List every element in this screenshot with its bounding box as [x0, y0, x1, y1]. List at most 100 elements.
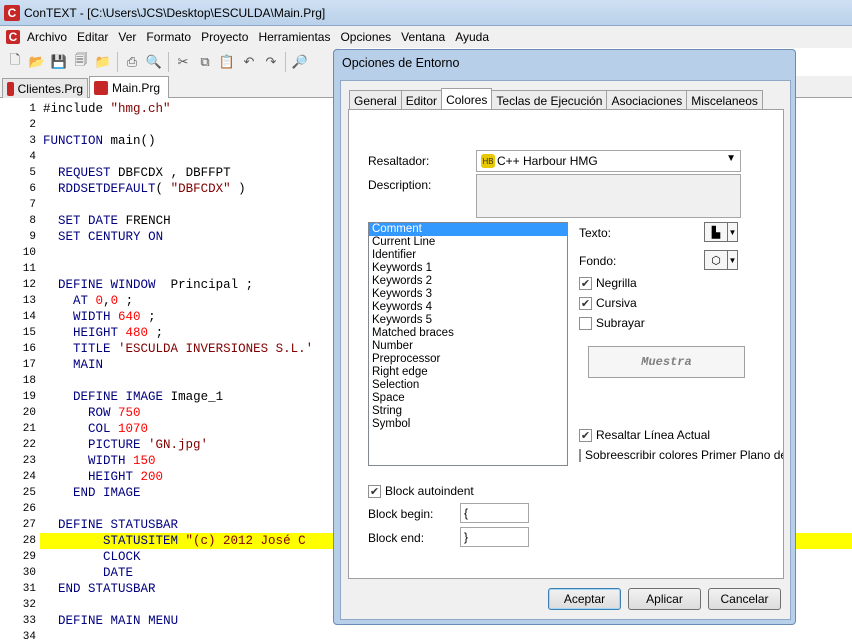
negrilla-checkbox[interactable]: ✔ Negrilla	[579, 276, 637, 290]
tab-teclas[interactable]: Teclas de Ejecución	[491, 90, 608, 110]
save-icon[interactable]: 💾	[48, 51, 70, 73]
code-text: PICTURE 'GN.jpg'	[88, 438, 209, 452]
line-number: 16	[22, 343, 36, 355]
list-item[interactable]: Space	[369, 392, 567, 405]
list-item[interactable]: Keywords 4	[369, 301, 567, 314]
line-number: 23	[22, 455, 36, 467]
menu-herramientas[interactable]: Herramientas	[253, 30, 335, 44]
chevron-down-icon: ▼	[727, 251, 737, 269]
list-item[interactable]: Number	[369, 340, 567, 353]
menu-formato[interactable]: Formato	[141, 30, 196, 44]
sobrescribir-checkbox[interactable]: Sobreescribir colores Primer Plano de te	[579, 448, 783, 462]
undo-icon[interactable]: ↶	[238, 51, 260, 73]
code-text: SET DATE FRENCH	[58, 214, 171, 228]
menu-archivo[interactable]: Archivo	[22, 30, 72, 44]
code-text: DEFINE WINDOW Principal ;	[58, 278, 254, 292]
resaltador-select[interactable]: HB C++ Harbour HMG ▼	[476, 150, 741, 172]
paste-icon[interactable]: 📋	[216, 51, 238, 73]
list-item[interactable]: Keywords 3	[369, 288, 567, 301]
code-text: STATUSITEM "(c) 2012 José C	[103, 534, 306, 548]
print-preview-icon[interactable]: 🔍	[143, 51, 165, 73]
context-app-icon[interactable]: C	[4, 4, 20, 21]
tab-asociaciones[interactable]: Asociaciones	[606, 90, 688, 110]
code-text: END STATUSBAR	[58, 582, 156, 596]
line-number: 34	[22, 631, 36, 643]
checkmark-icon: ✔	[368, 484, 381, 498]
code-line[interactable]: 34	[0, 629, 852, 644]
list-item[interactable]: Keywords 1	[369, 262, 567, 275]
cut-icon[interactable]: ✂	[172, 51, 194, 73]
list-item[interactable]: Right edge	[369, 366, 567, 379]
menu-opciones[interactable]: Opciones	[335, 30, 396, 44]
highlighter-icon: HB	[481, 154, 495, 168]
code-text: RDDSETDEFAULT( "DBFCDX" )	[58, 182, 246, 196]
list-item[interactable]: Selection	[369, 379, 567, 392]
menu-ventana[interactable]: Ventana	[396, 30, 450, 44]
menu-ver[interactable]: Ver	[113, 30, 141, 44]
list-item[interactable]: Symbol	[369, 418, 567, 431]
toolbar-separator	[285, 52, 286, 72]
block-end-input[interactable]: }	[460, 527, 529, 547]
list-item[interactable]: Comment	[369, 223, 567, 236]
line-number: 18	[22, 375, 36, 387]
save-all-icon[interactable]: 🗐	[70, 51, 92, 73]
color-element-list[interactable]: Comment Current Line Identifier Keywords 1K…	[368, 222, 568, 466]
folder-icon[interactable]: 📁	[92, 51, 114, 73]
line-number: 11	[22, 263, 36, 275]
menu-proyecto[interactable]: Proyecto	[196, 30, 253, 44]
list-item[interactable]: Matched braces	[369, 327, 567, 340]
subrayar-checkbox[interactable]: Subrayar	[579, 316, 645, 330]
text-color-button[interactable]: ▙ ▼	[704, 222, 738, 242]
file-icon	[7, 81, 14, 96]
tab-general[interactable]: General	[349, 90, 402, 110]
cursiva-label: Cursiva	[596, 296, 637, 310]
menu-editar[interactable]: Editar	[72, 30, 113, 44]
aceptar-button[interactable]: Aceptar	[548, 588, 621, 610]
tab-miscelaneos[interactable]: Miscelaneos	[686, 90, 763, 110]
line-number: 31	[22, 583, 36, 595]
list-item[interactable]: Keywords 5	[369, 314, 567, 327]
open-folder-icon[interactable]: 📂	[26, 51, 48, 73]
new-file-icon[interactable]: 🗋	[4, 51, 26, 73]
code-text: END IMAGE	[73, 486, 141, 500]
block-autoindent-checkbox[interactable]: ✔ Block autoindent	[368, 484, 474, 498]
code-text: WIDTH 640 ;	[73, 310, 156, 324]
aplicar-button[interactable]: Aplicar	[628, 588, 701, 610]
checkmark-icon: ✔	[579, 428, 592, 442]
doc-icon[interactable]: C	[6, 30, 20, 44]
find-icon[interactable]: 🔎	[289, 51, 311, 73]
copy-icon[interactable]: ⧉	[194, 51, 216, 73]
list-item[interactable]: Current Line	[369, 236, 567, 249]
fill-bucket-icon: ⬡	[711, 254, 721, 267]
list-item[interactable]: String	[369, 405, 567, 418]
tab-colores[interactable]: Colores	[441, 88, 493, 110]
block-begin-input[interactable]: {	[460, 503, 529, 523]
line-number: 5	[29, 167, 36, 179]
redo-icon[interactable]: ↷	[260, 51, 282, 73]
block-begin-label: Block begin:	[368, 507, 434, 521]
line-number: 15	[22, 327, 36, 339]
tab-main[interactable]: Main.Prg	[89, 76, 169, 98]
cursiva-checkbox[interactable]: ✔ Cursiva	[579, 296, 637, 310]
print-icon[interactable]: ⎙	[121, 51, 143, 73]
code-text: REQUEST DBFCDX , DBFFPT	[58, 166, 231, 180]
line-number: 6	[29, 183, 36, 195]
toolbar-separator	[168, 52, 169, 72]
cancelar-button[interactable]: Cancelar	[708, 588, 781, 610]
list-item[interactable]: Keywords 2	[369, 275, 567, 288]
list-item[interactable]: Identifier	[369, 249, 567, 262]
resaltar-linea-checkbox[interactable]: ✔ Resaltar Línea Actual	[579, 428, 710, 442]
empty-checkbox	[579, 448, 581, 462]
line-number: 20	[22, 407, 36, 419]
color-swatch-icon: ▙	[711, 226, 721, 239]
tab-clientes[interactable]: Clientes.Prg	[2, 78, 88, 98]
block-end-label: Block end:	[368, 531, 425, 545]
checkmark-icon: ✔	[579, 296, 592, 310]
list-item[interactable]: Preprocessor	[369, 353, 567, 366]
background-color-button[interactable]: ⬡ ▼	[704, 250, 738, 270]
menu-ayuda[interactable]: Ayuda	[450, 30, 494, 44]
tab-editor[interactable]: Editor	[400, 90, 443, 110]
line-number: 8	[29, 215, 36, 227]
line-number: 14	[22, 311, 36, 323]
toolbar: 🗋 📂 💾 🗐 📁 ⎙ 🔍 ✂ ⧉ 📋 ↶ ↷ 🔎	[0, 48, 340, 76]
